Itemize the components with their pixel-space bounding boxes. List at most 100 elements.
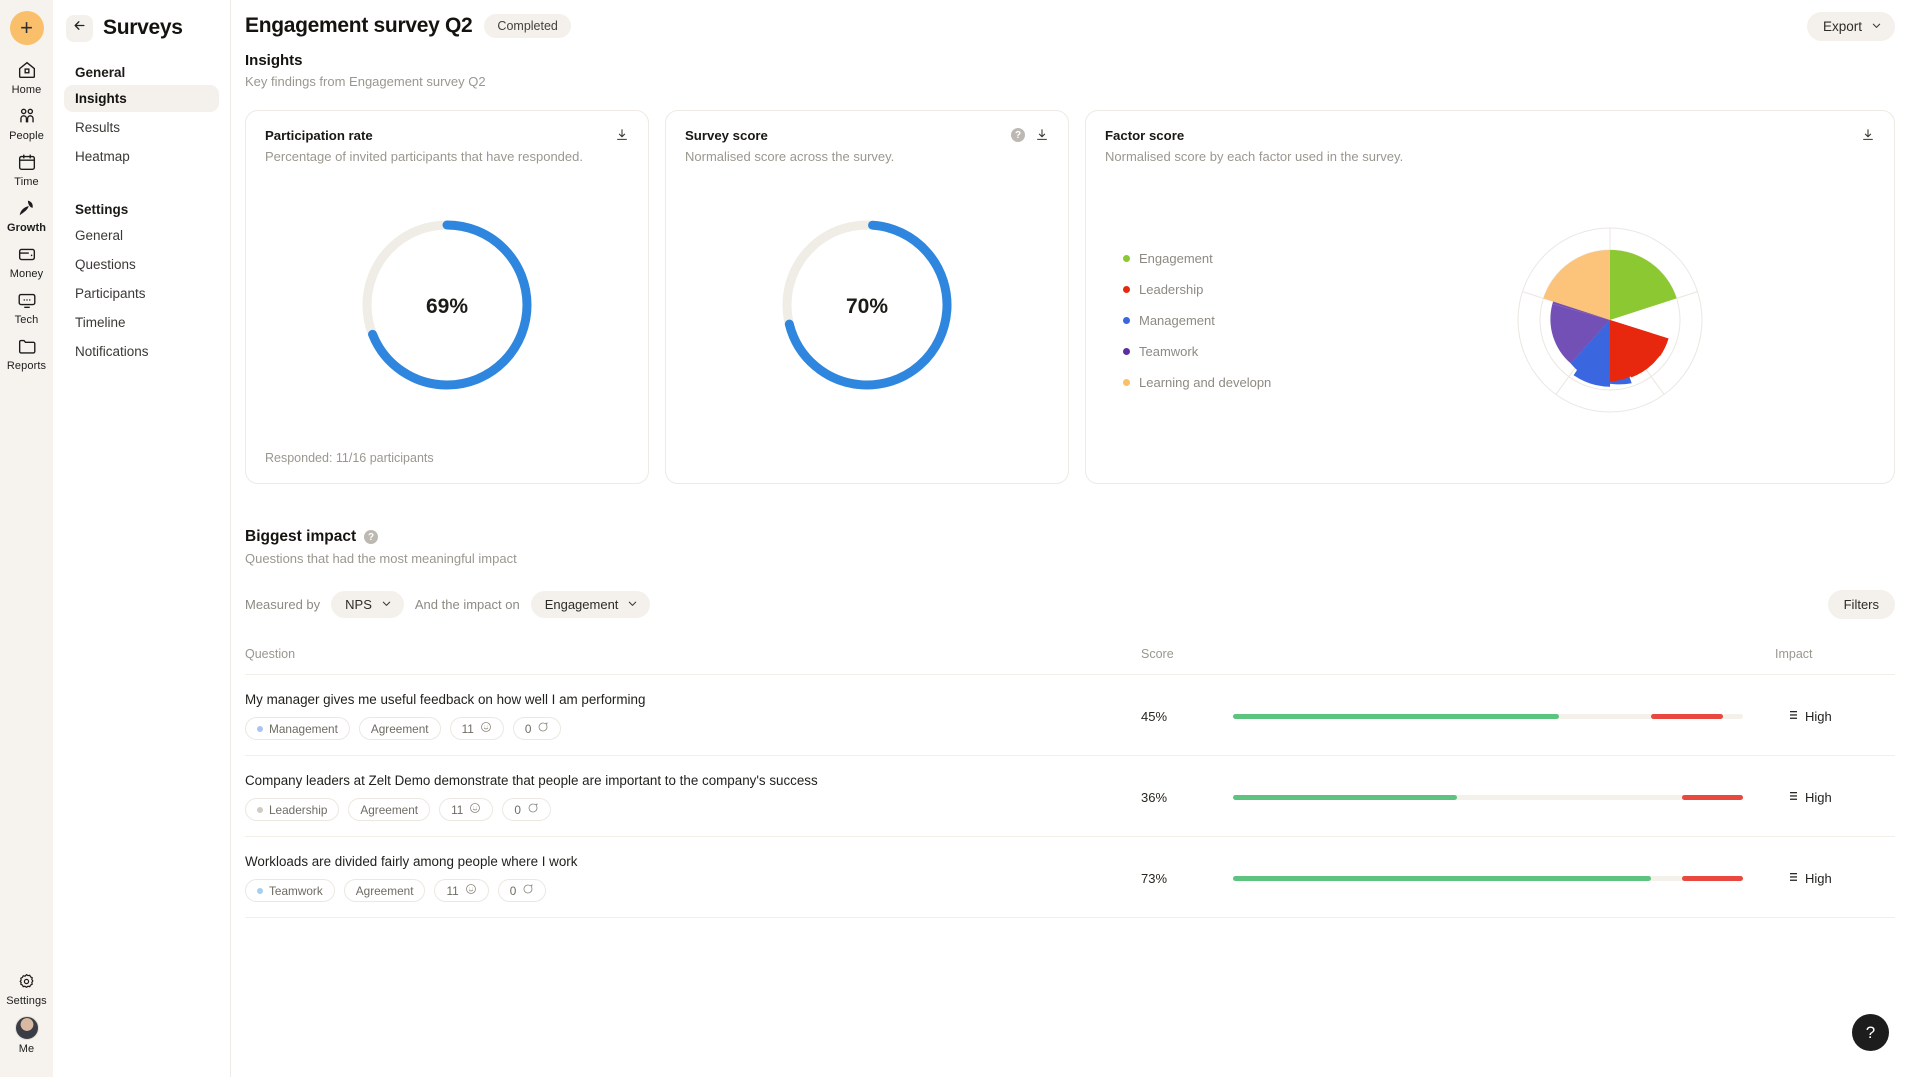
tag-factor: Teamwork (245, 879, 335, 902)
chevron-down-icon (627, 597, 638, 612)
back-button[interactable] (66, 14, 93, 42)
bar-score-fill (1233, 713, 1560, 719)
factor-dot-icon (257, 887, 263, 894)
rail-label-settings: Settings (6, 995, 47, 1007)
factor-dot-icon (257, 725, 263, 732)
impact-level-icon (1789, 709, 1798, 724)
biggest-impact-subtitle: Questions that had the most meaningful i… (245, 551, 517, 566)
impact-on-value: Engagement (544, 597, 619, 612)
table-row[interactable]: Workloads are divided fairly among peopl… (245, 837, 1895, 918)
impact-level-icon (1789, 871, 1798, 886)
sidebar-item-timeline[interactable]: Timeline (64, 309, 219, 336)
legend-item[interactable]: Engagement (1123, 243, 1345, 274)
bar-benchmark-marker (1651, 713, 1723, 719)
measured-by-value: NPS (345, 597, 372, 612)
tag-responses: 11 (434, 879, 489, 902)
rail-label-reports: Reports (6, 360, 47, 372)
download-icon[interactable] (1861, 128, 1875, 142)
participation-value: 69% (425, 295, 469, 318)
app-root: + Home People Time Growth Money Tech Rep… (0, 0, 1917, 1077)
folder-icon (16, 335, 38, 357)
chevron-down-icon (381, 597, 392, 612)
download-icon[interactable] (615, 128, 629, 142)
tag-comments: 0 (502, 798, 551, 821)
impact-on-select[interactable]: Engagement (530, 591, 651, 618)
table-row[interactable]: Company leaders at Zelt Demo demonstrate… (245, 756, 1895, 837)
smiley-icon (465, 883, 477, 898)
participation-donut-wrap: 69% (265, 182, 629, 432)
rail-label-me: Me (18, 1043, 35, 1055)
insight-cards: Participation rate Percentage of invited… (245, 110, 1895, 484)
legend-item[interactable]: Teamwork (1123, 336, 1345, 367)
add-button[interactable]: + (9, 11, 44, 45)
column-header-question: Question (245, 647, 296, 661)
legend-label-learning: Learning and developn (1139, 374, 1272, 390)
biggest-impact-header: Biggest impact ? Questions that had the … (245, 528, 1895, 566)
legend-item[interactable]: Learning and developn (1123, 367, 1345, 398)
sidebar-item-heatmap[interactable]: Heatmap (64, 143, 219, 170)
question-mark-icon[interactable]: ? (1011, 128, 1025, 142)
row-question-cell: My manager gives me useful feedback on h… (245, 692, 1141, 740)
sidebar-item-results[interactable]: Results (64, 114, 219, 141)
rail-item-me[interactable]: Me (0, 1016, 53, 1055)
legend-label-teamwork: Teamwork (1139, 343, 1199, 359)
comments-count: 0 (514, 802, 521, 817)
sidebar-item-insights[interactable]: Insights (64, 85, 219, 112)
impact-level-label: High (1805, 870, 1832, 886)
rail-item-settings[interactable]: Settings (0, 971, 53, 1007)
legend-item[interactable]: Management (1123, 305, 1345, 336)
survey-score-card: Survey score Normalised score across the… (665, 110, 1069, 484)
responses-count: 11 (446, 883, 459, 898)
sidebar-header: Surveys (64, 0, 219, 56)
impact-controls: Measured by NPS And the impact on Engage… (245, 590, 1895, 619)
surveys-sidebar: Surveys General Insights Results Heatmap… (53, 0, 231, 1077)
rail-item-people[interactable]: People (0, 105, 53, 142)
smiley-icon (469, 802, 481, 817)
tag-comments: 0 (512, 717, 562, 740)
row-score-bar (1233, 713, 1775, 719)
rail-bottom-group: Settings Me (0, 971, 53, 1064)
download-icon[interactable] (1035, 128, 1049, 142)
bar-benchmark-marker (1681, 794, 1743, 800)
filters-button[interactable]: Filters (1827, 590, 1895, 619)
survey-score-donut-wrap: 70% (685, 182, 1049, 432)
row-score-value: 45% (1141, 708, 1168, 724)
participation-donut-chart: 69% (358, 216, 536, 399)
impact-on-label: And the impact on (414, 597, 520, 612)
participation-rate-title: Participation rate (265, 128, 373, 143)
help-button[interactable]: ? (1852, 1014, 1889, 1051)
participation-footer: Responded: 11/16 participants (265, 451, 434, 465)
factor-score-card: Factor score Normalised score by each fa… (1085, 110, 1895, 484)
factor-score-title: Factor score (1105, 128, 1185, 143)
question-tags: Teamwork Agreement 11 0 (245, 879, 1141, 902)
tag-factor-label: Teamwork (269, 883, 323, 898)
sidebar-item-notifications[interactable]: Notifications (64, 338, 219, 365)
sidebar-item-settings-general[interactable]: General (64, 222, 219, 249)
table-row[interactable]: My manager gives me useful feedback on h… (245, 675, 1895, 756)
insights-heading-block: Insights Key findings from Engagement su… (245, 52, 1895, 89)
sidebar-item-participants[interactable]: Participants (64, 280, 219, 307)
rail-label-home: Home (11, 84, 42, 96)
sidebar-item-questions[interactable]: Questions (64, 251, 219, 278)
column-header-impact: Impact (1775, 647, 1813, 661)
rail-item-growth[interactable]: Growth (0, 197, 53, 234)
rail-item-tech[interactable]: Tech (0, 289, 53, 326)
rail-item-reports[interactable]: Reports (0, 335, 53, 372)
page-header: Engagement survey Q2 Completed Export (231, 0, 1917, 52)
tag-comments: 0 (497, 879, 547, 902)
legend-item[interactable]: Leadership (1123, 274, 1345, 305)
rail-item-time[interactable]: Time (0, 151, 53, 188)
tag-responses: 11 (449, 717, 504, 740)
row-score-value: 36% (1141, 789, 1168, 805)
factor-score-actions (1861, 128, 1875, 142)
question-mark-icon[interactable]: ? (364, 530, 379, 544)
column-header-score: Score (1141, 647, 1174, 661)
survey-score-actions: ? (1011, 128, 1049, 142)
avatar (14, 1016, 39, 1040)
export-button[interactable]: Export (1806, 11, 1895, 41)
comments-count: 0 (524, 721, 532, 736)
measured-by-select[interactable]: NPS (331, 591, 404, 618)
rail-item-home[interactable]: Home (0, 59, 53, 96)
rail-item-money[interactable]: Money (0, 243, 53, 280)
row-question-cell: Workloads are divided fairly among peopl… (245, 854, 1141, 902)
